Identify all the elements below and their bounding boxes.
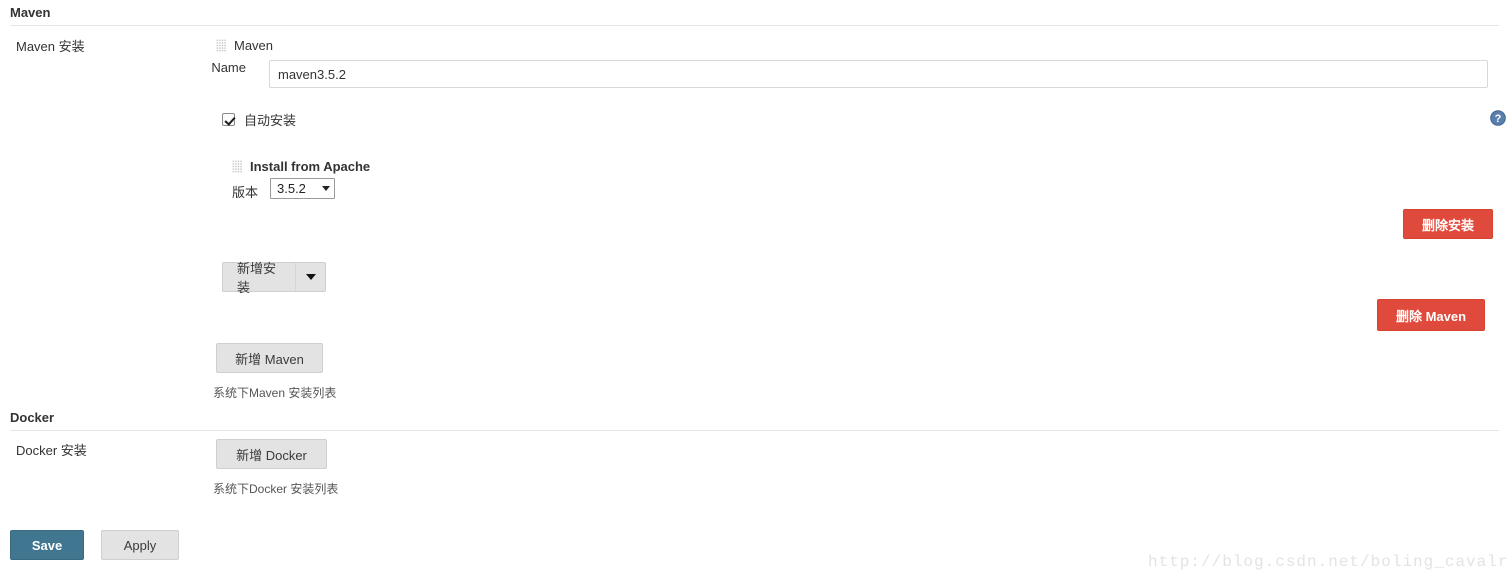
- name-label: Name: [211, 60, 246, 75]
- jenkins-global-tool-configuration: Maven Maven 安装 Maven Name 自动安装 ? Install…: [0, 0, 1509, 584]
- add-installer-label: 新增安装: [237, 261, 277, 295]
- apply-button[interactable]: Apply: [101, 530, 179, 560]
- maven-name-input[interactable]: [269, 60, 1488, 88]
- section-header-maven: Maven: [10, 5, 51, 20]
- drag-grip-icon[interactable]: [232, 160, 242, 173]
- watermark-text: http://blog.csdn.net/boling_cavalry: [1148, 553, 1509, 571]
- help-circle-icon[interactable]: ?: [1490, 110, 1506, 126]
- section-header-docker: Docker: [10, 410, 55, 425]
- installer-block-header: Install from Apache: [232, 159, 370, 174]
- installer-title: Install from Apache: [250, 159, 371, 174]
- section-divider-maven: [10, 25, 1499, 26]
- maven-helper-text: 系统下Maven 安装列表: [213, 386, 337, 400]
- maven-version-value: 3.5.2: [277, 181, 306, 196]
- chevron-down-icon: [305, 274, 316, 280]
- version-label: 版本: [232, 185, 259, 200]
- maven-tool-block-header: Maven: [216, 38, 273, 53]
- chevron-down-icon: [322, 186, 330, 191]
- save-button[interactable]: Save: [10, 530, 84, 560]
- row-label-maven-installations: Maven 安装: [16, 39, 85, 54]
- dropdown-caret[interactable]: [295, 263, 325, 291]
- docker-helper-text: 系统下Docker 安装列表: [213, 482, 339, 496]
- drag-grip-icon[interactable]: [216, 39, 226, 52]
- maven-tool-title: Maven: [234, 38, 274, 53]
- auto-install-label: 自动安装: [244, 113, 297, 128]
- delete-maven-button[interactable]: 删除 Maven: [1377, 299, 1485, 331]
- svg-text:?: ?: [1495, 113, 1502, 125]
- add-docker-button[interactable]: 新增 Docker: [216, 439, 327, 469]
- auto-install-checkbox-row[interactable]: 自动安装: [222, 110, 296, 129]
- add-installer-button[interactable]: 新增安装: [222, 261, 326, 295]
- auto-install-checkbox[interactable]: [222, 113, 235, 126]
- section-divider-docker: [10, 430, 1499, 431]
- maven-version-select[interactable]: 3.5.2: [270, 178, 335, 199]
- row-label-docker-installations: Docker 安装: [16, 443, 87, 458]
- add-maven-button[interactable]: 新增 Maven: [216, 343, 323, 373]
- delete-installer-button[interactable]: 删除安装: [1403, 209, 1493, 239]
